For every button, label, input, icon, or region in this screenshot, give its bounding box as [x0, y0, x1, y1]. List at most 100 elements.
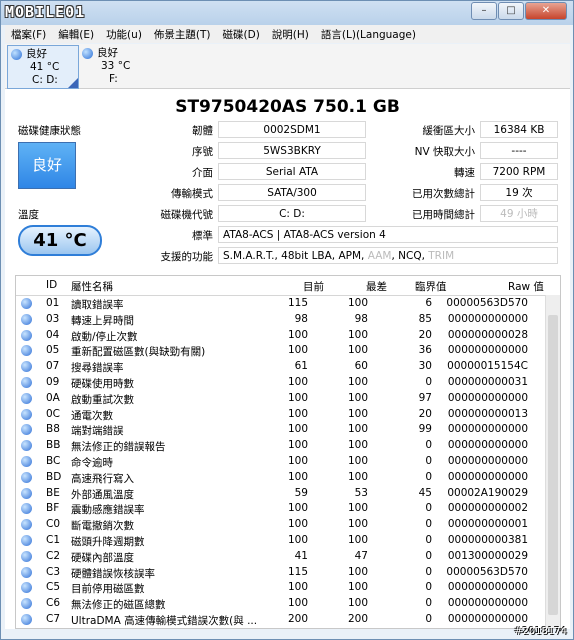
disk-tab-c[interactable]: 良好 41 °C C: D:: [7, 45, 79, 89]
health-status-button[interactable]: 良好: [18, 142, 76, 189]
minimize-button[interactable]: –: [471, 2, 497, 20]
cell-threshold: 0: [425, 470, 432, 483]
table-row[interactable]: C0 斷電撤銷次數 100 100 0 000000000001: [16, 517, 546, 533]
cell-id: B8: [46, 423, 60, 436]
features-main: S.M.A.R.T., 48bit LBA, APM,: [223, 250, 368, 262]
cell-raw: 000000000000: [447, 344, 528, 357]
standard-label: 標準: [192, 230, 213, 242]
status-dot-icon: [82, 48, 93, 59]
cell-raw: 000000000001: [447, 518, 528, 531]
table-row[interactable]: BB 無法修正的錯誤報告 100 100 0 000000000000: [16, 438, 546, 454]
status-dot-icon: [21, 550, 32, 562]
table-row[interactable]: 05 重新配置磁區數(與缺勁有關) 100 100 36 000000000000: [16, 343, 546, 359]
cell-id: C2: [46, 549, 61, 562]
col-worst[interactable]: 最差: [366, 279, 387, 294]
cell-worst: 100: [347, 407, 368, 420]
cell-threshold: 0: [425, 502, 432, 515]
cell-worst: 100: [347, 391, 368, 404]
buffer-label: 緩衝區大小: [422, 125, 476, 137]
col-current[interactable]: 目前: [303, 279, 324, 294]
vertical-scrollbar[interactable]: [545, 295, 560, 628]
cell-current: 100: [287, 407, 308, 420]
cell-attribute: 啟動/停止次數: [71, 330, 138, 343]
menu-language[interactable]: 語言(L)(Language): [315, 27, 422, 42]
interface-value: Serial ATA: [218, 163, 366, 180]
table-row[interactable]: C7 UltraDMA 高速傳輸模式錯誤次數(與 ... 200 200 0 000000…: [16, 612, 546, 628]
status-dot-icon: [21, 313, 32, 325]
status-dot-icon: [21, 582, 32, 594]
menu-bar: 檔案(F) 編輯(E) 功能(u) 佈景主題(T) 磁碟(D) 說明(H) 語言…: [5, 25, 570, 43]
col-raw[interactable]: Raw 值: [508, 279, 544, 294]
table-row[interactable]: 09 硬碟使用時數 100 100 0 000000000031: [16, 375, 546, 391]
cell-current: 41: [294, 549, 308, 562]
table-row[interactable]: B8 端對端錯誤 100 100 99 000000000000: [16, 422, 546, 438]
cell-attribute: 斷電撤銷次數: [71, 520, 134, 533]
cell-attribute: 硬碟使用時數: [71, 378, 134, 390]
table-row[interactable]: 0C 通電次數 100 100 20 000000000013: [16, 407, 546, 423]
cell-worst: 100: [347, 376, 368, 388]
cell-attribute: 硬碟內部溫度: [71, 551, 134, 564]
table-row[interactable]: C6 無法修正的磁區總數 100 100 0 000000000000: [16, 596, 546, 612]
cell-id: 04: [46, 328, 60, 341]
table-row[interactable]: C1 磁頭升降週期數 100 100 0 000000000381: [16, 533, 546, 549]
firmware-label: 韌體: [192, 125, 213, 137]
cell-worst: 100: [347, 439, 368, 452]
menu-edit[interactable]: 編輯(E): [52, 27, 100, 42]
table-row[interactable]: BF 震動感應錯誤率 100 100 0 000000000002: [16, 501, 546, 517]
rpm-label: 轉速: [454, 167, 475, 179]
serial-label: 序號: [192, 146, 213, 158]
table-row[interactable]: C2 硬碟內部溫度 41 47 0 001300000029: [16, 549, 546, 565]
cell-threshold: 0: [425, 439, 432, 452]
disk-drive: C: D:: [32, 74, 58, 86]
menu-disk[interactable]: 磁碟(D): [217, 27, 266, 42]
cell-attribute: 磁頭升降週期數: [71, 536, 145, 548]
table-row[interactable]: C3 硬體錯誤恢核誤率 115 100 0 00000563D570: [16, 565, 546, 581]
scrollbar-thumb[interactable]: [548, 315, 558, 615]
app-window: MOBILE01 – □ ✕ 檔案(F) 編輯(E) 功能(u) 佈景主題(T)…: [0, 0, 574, 640]
menu-file[interactable]: 檔案(F): [5, 27, 52, 42]
table-row[interactable]: BD 高速飛行寫入 100 100 0 000000000000: [16, 470, 546, 486]
cell-threshold: 0: [425, 597, 432, 610]
selected-corner-icon: [68, 78, 78, 88]
disk-temp: 41 °C: [30, 61, 60, 73]
table-row[interactable]: BC 命令逾時 100 100 0 000000000000: [16, 454, 546, 470]
cell-raw: 000000000000: [447, 470, 528, 483]
table-row[interactable]: C5 目前停用磁區數 100 100 0 000000000000: [16, 580, 546, 596]
table-row[interactable]: 07 搜尋錯誤率 61 60 30 00000015154C: [16, 359, 546, 375]
cell-id: 03: [46, 312, 60, 325]
table-row[interactable]: BE 外部通風溫度 59 53 45 00002A190029: [16, 486, 546, 502]
drive-letter-value: C: D:: [218, 205, 366, 222]
disk-status: 良好: [26, 48, 47, 60]
cell-current: 100: [287, 502, 308, 515]
status-dot-icon: [21, 298, 32, 309]
cell-current: 100: [287, 376, 308, 388]
cell-attribute: 外部通風溫度: [71, 488, 134, 501]
close-button[interactable]: ✕: [525, 2, 567, 20]
col-id[interactable]: ID: [46, 279, 57, 291]
menu-theme[interactable]: 佈景主題(T): [148, 27, 217, 42]
table-row[interactable]: 0A 啟動重試次數 100 100 97 000000000000: [16, 391, 546, 407]
status-dot-icon: [21, 471, 32, 483]
cell-worst: 100: [347, 534, 368, 546]
table-row[interactable]: 04 啟動/停止次數 100 100 20 000000000028: [16, 328, 546, 344]
disk-model: ST9750420AS 750.1 GB: [175, 97, 400, 117]
col-threshold[interactable]: 臨界值: [415, 279, 447, 294]
cell-threshold: 30: [418, 360, 432, 373]
title-bar[interactable]: MOBILE01 – □ ✕: [1, 1, 573, 25]
status-dot-icon: [11, 49, 22, 60]
col-attribute[interactable]: 屬性名稱: [71, 279, 113, 294]
disk-tab-f[interactable]: 良好 33 °C F:: [79, 45, 149, 87]
buffer-value: 16384 KB: [480, 121, 558, 138]
maximize-button[interactable]: □: [498, 2, 524, 20]
menu-function[interactable]: 功能(u): [100, 27, 148, 42]
menu-help[interactable]: 說明(H): [266, 27, 315, 42]
table-row[interactable]: 03 轉速上昇時間 98 98 85 000000000000: [16, 312, 546, 328]
watermark: #2018174: [514, 626, 567, 637]
table-row[interactable]: 01 讀取錯誤率 115 100 6 00000563D570: [16, 296, 546, 312]
cell-current: 100: [287, 391, 308, 404]
cell-attribute: 啟動重試次數: [71, 393, 134, 406]
feature-trim: TRIM: [428, 250, 455, 262]
cell-current: 100: [287, 597, 308, 610]
cell-attribute: 目前停用磁區數: [71, 583, 145, 596]
cell-threshold: 20: [418, 407, 432, 420]
